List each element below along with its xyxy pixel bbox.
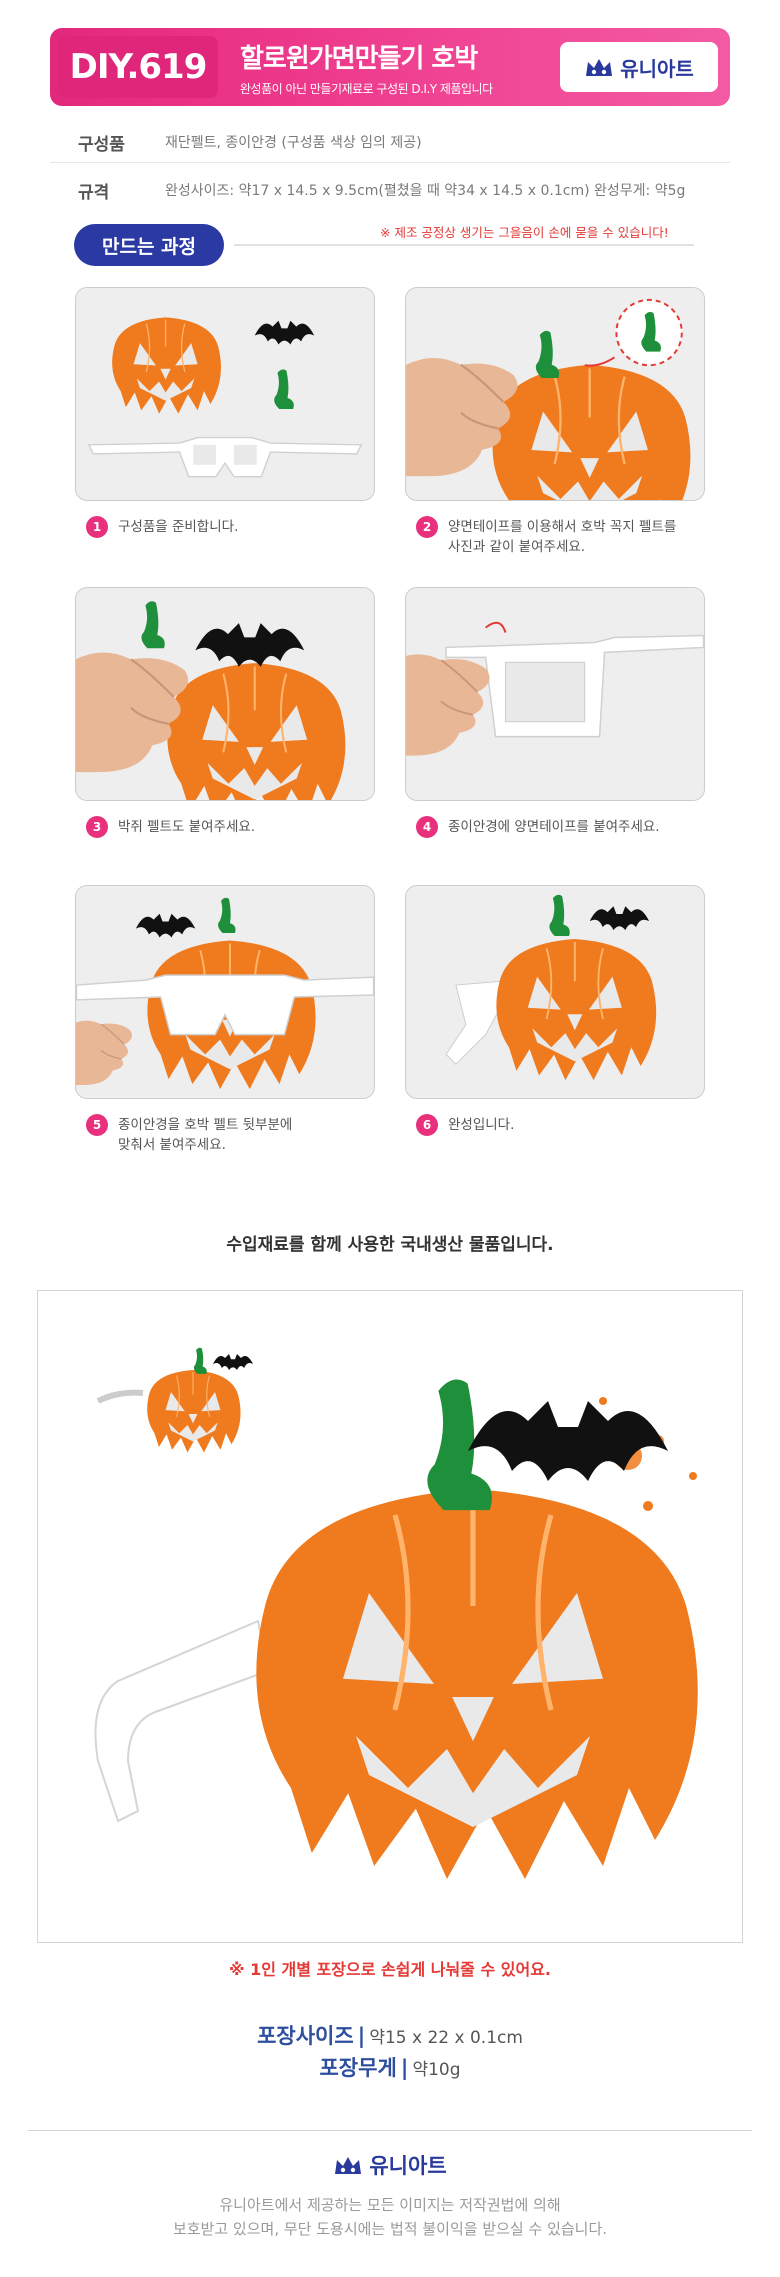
copyright-line-1: 유니아트에서 제공하는 모든 이미지는 저작권법에 의해 [219,2196,561,2214]
footer-divider [28,2130,752,2131]
separator-bar: | [400,2056,409,2080]
size-label: 규격 [78,183,110,203]
step-5-text: 종이안경을 호박 펠트 뒷부분에 맞춰서 붙여주세요. [118,1117,293,1153]
step-2-photo [405,287,705,501]
packaging-weight-label: 포장무게 [319,2056,397,2080]
import-note: 수입재료를 함께 사용한 국내생산 물품입니다. [226,1235,554,1255]
crown-icon [335,2157,362,2174]
size-value: 완성사이즈: 약17 x 14.5 x 9.5cm(펼쳤을 때 약34 x 14… [165,183,686,199]
step-5-number: 5 [86,1114,108,1136]
footer-brand-logo: 유니아트 [0,2150,780,2180]
step-3-number: 3 [86,816,108,838]
step-2-text: 양면테이프를 이용해서 호박 꼭지 펠트를 사진과 같이 붙여주세요. [448,519,677,555]
step-6-text: 완성입니다. [448,1117,515,1133]
pack-note: ※ 1인 개별 포장으로 손쉽게 나눠줄 수 있어요. [229,1960,551,1979]
packaging-size-label: 포장사이즈 [257,2024,354,2048]
brand-logo: 유니아트 [560,42,718,92]
separator-bar: | [357,2024,366,2048]
step-4-text: 종이안경에 양면테이프를 붙여주세요. [448,819,660,835]
step-6-number: 6 [416,1114,438,1136]
packaging-weight-row: 포장무게 | 약10g [0,2052,780,2082]
step-2-number: 2 [416,516,438,538]
copyright-line-2: 보호받고 있으며, 무단 도용시에는 법적 불이익을 받으실 수 있습니다. [172,2220,608,2238]
footer-brand-name: 유니아트 [369,2154,447,2178]
product-subtitle: 완성품이 아닌 만들기재료로 구성된 D.I.Y 제품입니다 [240,82,493,96]
step-4-photo [405,587,705,801]
product-code: DIY.619 [58,36,218,98]
product-photo [37,1290,743,1943]
components-label: 구성품 [78,135,125,155]
packaging-size-row: 포장사이즈 | 약15 x 22 x 0.1cm [0,2020,780,2050]
step-1-text: 구성품을 준비합니다. [118,519,239,535]
step-3-photo [75,587,375,801]
spec-divider [50,162,730,163]
step-5-photo [75,885,375,1099]
step-3-text: 박쥐 펠트도 붙여주세요. [118,819,256,835]
process-divider [234,244,694,246]
components-value: 재단펠트, 종이안경 (구성품 색상 임의 제공) [165,135,422,151]
step-1-number: 1 [86,516,108,538]
packaging-weight-value: 약10g [412,2060,461,2080]
step-4-number: 4 [416,816,438,838]
step-1-photo [75,287,375,501]
step-6-photo [405,885,705,1099]
product-title: 할로윈가면만들기 호박 [240,44,478,74]
process-heading: 만드는 과정 [74,224,224,266]
brand-name: 유니아트 [620,56,694,81]
header-banner: DIY.619 할로윈가면만들기 호박 완성품이 아닌 만들기재료로 구성된 D… [50,28,730,106]
crown-icon [586,59,613,76]
packaging-size-value: 약15 x 22 x 0.1cm [369,2028,523,2048]
process-warning: ※ 제조 공정상 생기는 그을음이 손에 묻을 수 있습니다! [380,225,669,240]
